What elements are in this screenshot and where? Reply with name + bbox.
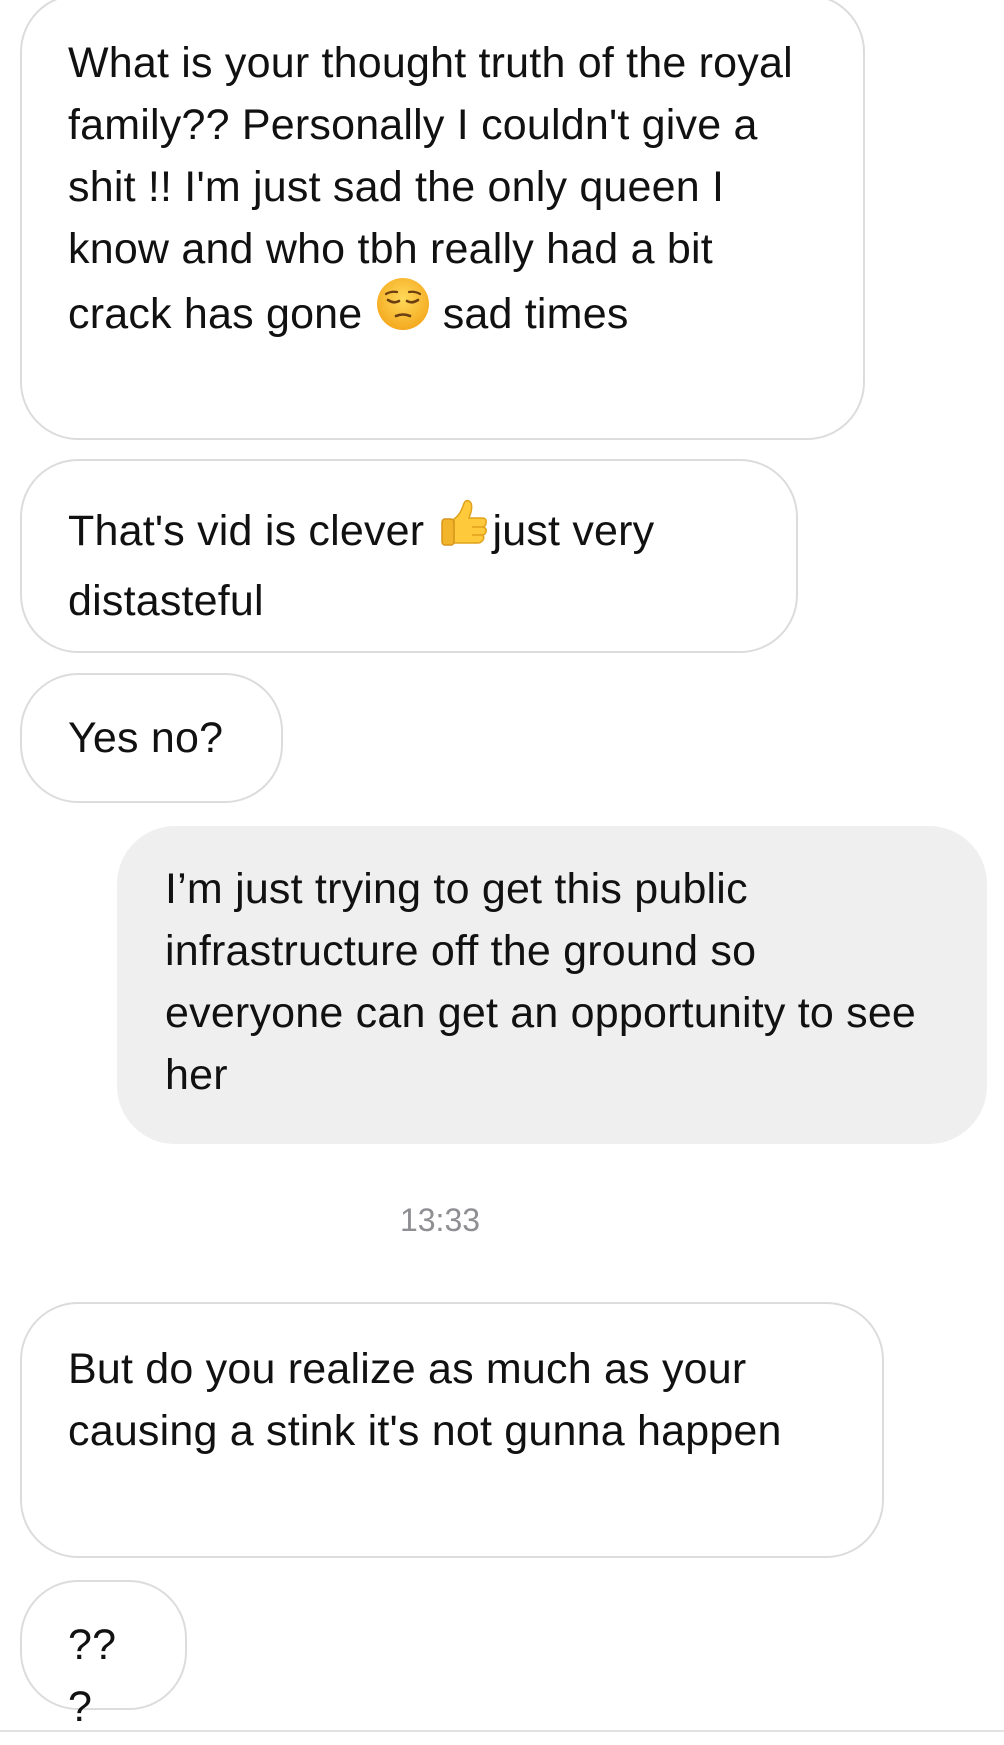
pensive-face-icon — [375, 276, 431, 349]
incoming-message-bubble[interactable]: What is your thought truth of the royal … — [20, 0, 865, 440]
message-text: sad times — [430, 289, 629, 338]
message-text: But do you realize as much as your causi… — [68, 1345, 782, 1455]
incoming-message-bubble[interactable]: Yes no? — [20, 673, 283, 803]
incoming-message-bubble[interactable]: That's vid is clever just very distastef… — [20, 459, 798, 653]
message-text: That's vid is clever — [68, 506, 437, 555]
timestamp: 13:33 — [399, 1202, 481, 1238]
message-text: Yes no? — [68, 714, 224, 762]
message-text: ??? — [68, 1621, 117, 1731]
thumbs-up-icon — [436, 493, 492, 566]
incoming-message-bubble[interactable]: ??? — [20, 1580, 187, 1731]
partial-next-bubble-edge — [0, 1730, 1004, 1732]
incoming-message-bubble[interactable]: But do you realize as much as your causi… — [20, 1302, 884, 1558]
message-text: I’m just trying to get this public infra… — [165, 865, 917, 1099]
outgoing-message-bubble[interactable]: I’m just trying to get this public infra… — [117, 826, 987, 1144]
